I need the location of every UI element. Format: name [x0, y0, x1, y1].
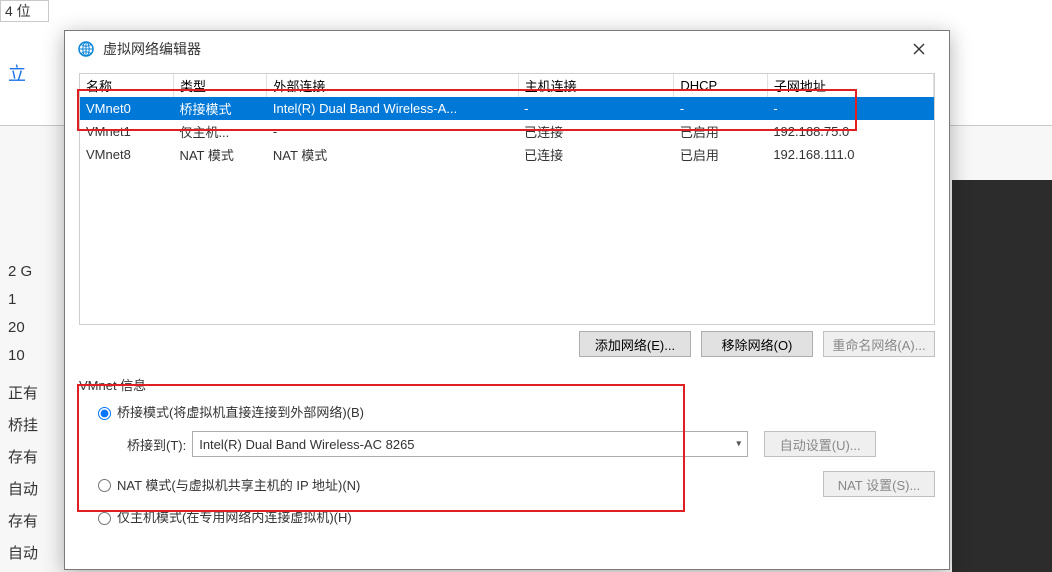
radio-bridge-label: 桥接模式(将虚拟机直接连接到外部网络)(B) [117, 402, 364, 421]
cell-host: 已连接 [518, 143, 674, 166]
radio-nat-row[interactable]: NAT 模式(与虚拟机共享主机的 IP 地址)(N) NAT 设置(S)... [93, 471, 935, 497]
cell-ext: NAT 模式 [267, 143, 518, 166]
network-table[interactable]: 名称 类型 外部连接 主机连接 DHCP 子网地址 VMnet0桥接模式Inte… [79, 73, 935, 325]
bridge-to-label: 桥接到(T): [127, 435, 186, 454]
bg-line-6: 存有 [8, 444, 38, 472]
cell-name: VMnet8 [80, 143, 173, 166]
cell-type: NAT 模式 [173, 143, 266, 166]
table-header-row: 名称 类型 外部连接 主机连接 DHCP 子网地址 [80, 74, 934, 97]
dialog-virtual-network-editor: 虚拟网络编辑器 名称 类型 外部连接 主机连接 DHCP 子网地址 VMnet0… [64, 30, 950, 570]
cell-ext: - [267, 120, 518, 143]
vmnet-info-group: VMnet 信息 桥接模式(将虚拟机直接连接到外部网络)(B) 桥接到(T): … [79, 375, 935, 526]
bg-line-2: 20 [8, 314, 25, 342]
cell-dhcp: 已启用 [674, 120, 767, 143]
table-row[interactable]: VMnet1仅主机...-已连接已启用192.168.75.0 [80, 120, 934, 143]
auto-settings-button[interactable]: 自动设置(U)... [764, 431, 876, 457]
cell-subnet: 192.168.111.0 [767, 143, 933, 166]
add-network-button[interactable]: 添加网络(E)... [579, 331, 691, 357]
cell-dhcp: - [674, 97, 767, 120]
radio-hostonly-row[interactable]: 仅主机模式(在专用网络内连接虚拟机)(H) [93, 507, 935, 526]
bg-line-0: 2 G [8, 258, 32, 286]
radio-nat[interactable] [98, 479, 111, 492]
radio-bridge-row[interactable]: 桥接模式(将虚拟机直接连接到外部网络)(B) [93, 402, 935, 421]
cell-subnet: - [767, 97, 933, 120]
radio-hostonly-label: 仅主机模式(在专用网络内连接虚拟机)(H) [117, 507, 352, 526]
bridge-adapter-select[interactable]: Intel(R) Dual Band Wireless-AC 8265 ▾ [192, 431, 748, 457]
nat-settings-button[interactable]: NAT 设置(S)... [823, 471, 935, 497]
col-external[interactable]: 外部连接 [267, 74, 518, 97]
bg-link: 立 [8, 60, 26, 88]
radio-hostonly[interactable] [98, 512, 111, 525]
cell-ext: Intel(R) Dual Band Wireless-A... [267, 97, 518, 120]
table-row[interactable]: VMnet0桥接模式Intel(R) Dual Band Wireless-A.… [80, 97, 934, 120]
dialog-title: 虚拟网络编辑器 [103, 39, 899, 59]
vmnet-info-legend: VMnet 信息 [79, 375, 935, 394]
col-host[interactable]: 主机连接 [518, 74, 674, 97]
col-type[interactable]: 类型 [173, 74, 266, 97]
col-name[interactable]: 名称 [80, 74, 173, 97]
table-row[interactable]: VMnet8NAT 模式NAT 模式已连接已启用192.168.111.0 [80, 143, 934, 166]
close-button[interactable] [899, 34, 939, 64]
cell-name: VMnet0 [80, 97, 173, 120]
bg-line-5: 桥挂 [8, 412, 38, 440]
cell-dhcp: 已启用 [674, 143, 767, 166]
bg-line-7: 自动 [8, 476, 38, 504]
cell-type: 桥接模式 [173, 97, 266, 120]
cell-host: 已连接 [518, 120, 674, 143]
bg-line-1: 1 [8, 286, 16, 314]
bg-strip: 4 位 [0, 0, 49, 22]
bridge-adapter-value: Intel(R) Dual Band Wireless-AC 8265 [199, 437, 414, 452]
bg-line-9: 自动 [8, 540, 38, 568]
radio-nat-label: NAT 模式(与虚拟机共享主机的 IP 地址)(N) [117, 475, 360, 494]
cell-type: 仅主机... [173, 120, 266, 143]
remove-network-button[interactable]: 移除网络(O) [701, 331, 813, 357]
radio-bridge[interactable] [98, 407, 111, 420]
col-dhcp[interactable]: DHCP [674, 74, 767, 97]
cell-host: - [518, 97, 674, 120]
bg-line-4: 正有 [8, 380, 38, 408]
col-subnet[interactable]: 子网地址 [767, 74, 933, 97]
cell-subnet: 192.168.75.0 [767, 120, 933, 143]
globe-icon [77, 40, 95, 58]
chevron-down-icon: ▾ [736, 439, 741, 450]
cell-name: VMnet1 [80, 120, 173, 143]
bg-line-8: 存有 [8, 508, 38, 536]
bg-line-3: 10 [8, 342, 25, 370]
rename-network-button[interactable]: 重命名网络(A)... [823, 331, 935, 357]
titlebar: 虚拟网络编辑器 [65, 31, 949, 67]
